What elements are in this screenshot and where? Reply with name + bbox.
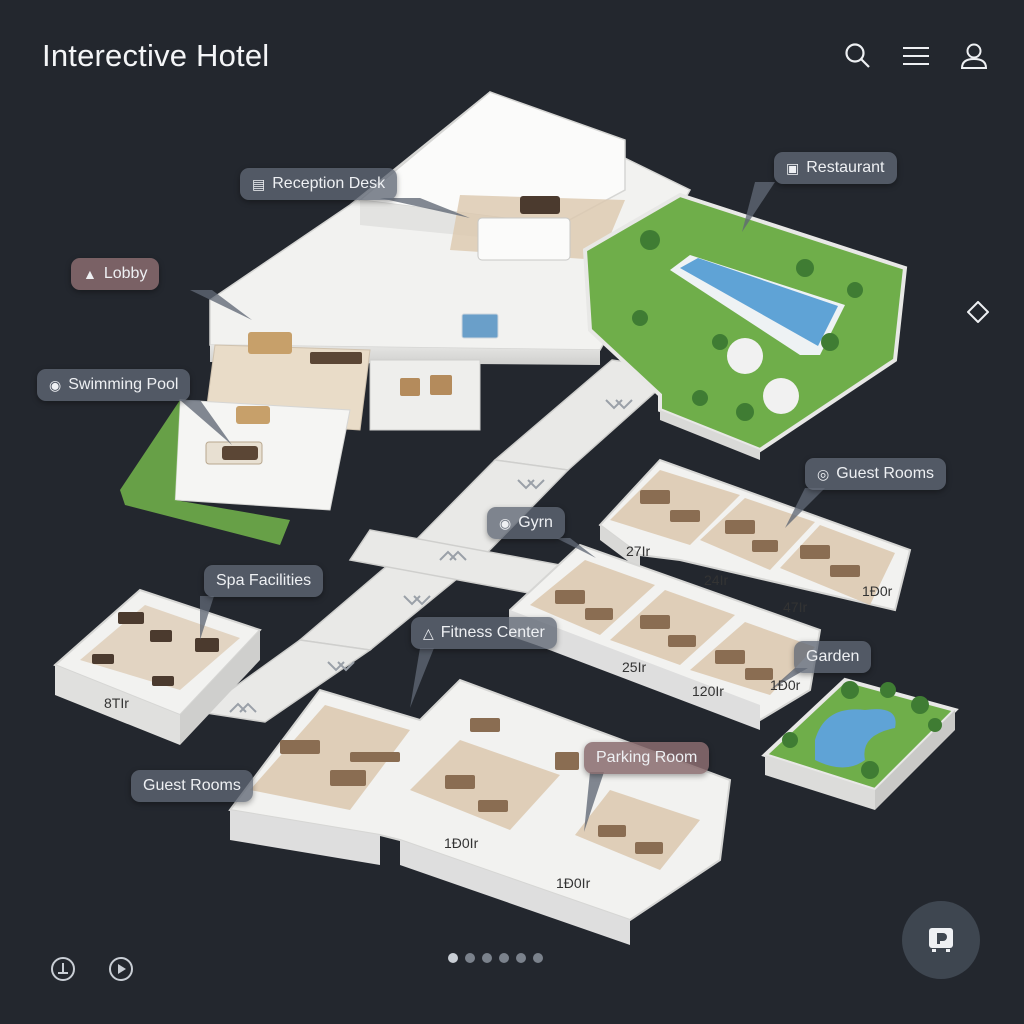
lounge	[369, 359, 481, 431]
label-text: Swimming Pool	[68, 376, 179, 393]
layers-diamond-icon[interactable]	[967, 301, 989, 323]
table	[222, 446, 258, 460]
lobby-sofa	[248, 332, 292, 354]
jacuzzi	[461, 313, 499, 339]
garden-label[interactable]: Garden	[794, 641, 872, 673]
guest-rooms-label-s[interactable]: Guest Rooms	[131, 770, 253, 802]
guest-rooms-label-ne[interactable]: ◎ Guest Rooms	[805, 458, 947, 490]
pagination-dot[interactable]	[448, 953, 458, 963]
reception-desk-label[interactable]: ▤ Reception Desk	[240, 168, 398, 200]
fitness-icon: △	[423, 624, 434, 641]
restaurant-label[interactable]: ▣ Restaurant	[774, 152, 897, 184]
reception-desk	[477, 217, 571, 261]
label-text: Guest Rooms	[836, 465, 935, 482]
room-number: 25Ir	[622, 659, 646, 675]
guest-rooms-block-s[interactable]	[228, 678, 732, 945]
lounge-chair	[400, 378, 420, 396]
pagination-dot[interactable]	[499, 953, 509, 963]
pool-icon: ◉	[49, 376, 62, 393]
lobby-benches	[310, 352, 362, 364]
floor-down-icon[interactable]	[50, 956, 76, 982]
pagination-dot[interactable]	[533, 953, 543, 963]
room-number: 27Ir	[626, 543, 650, 559]
spa-block[interactable]	[53, 588, 262, 745]
lobby-icon: ▲	[83, 266, 97, 282]
parking-fab-button[interactable]	[902, 901, 980, 979]
label-text: Spa Facilities	[216, 572, 312, 589]
label-text: Garden	[806, 648, 860, 665]
label-text: Parking Room	[596, 749, 698, 766]
swimming-pool-label[interactable]: ◉ Swimming Pool	[37, 369, 191, 401]
label-text: Lobby	[103, 265, 148, 282]
lounge-chair	[430, 375, 452, 395]
guest-rooms-icon: ◎	[817, 465, 830, 482]
pagination-dots	[448, 953, 543, 963]
lobby-label[interactable]: ▲ Lobby	[71, 258, 160, 290]
restaurant-icon: ▣	[786, 159, 800, 176]
umbrella	[727, 338, 763, 374]
parking-room-label[interactable]: Parking Room	[584, 742, 710, 774]
room-number: 1Ð0Ir	[444, 835, 479, 851]
spa-label[interactable]: Spa Facilities	[204, 565, 324, 597]
label-text: Gyrn	[518, 514, 553, 531]
label-text: Fitness Center	[440, 624, 545, 641]
reception-sofa	[520, 196, 560, 214]
label-text: Restaurant	[806, 159, 885, 176]
bench	[236, 406, 270, 424]
desk-icon: ▤	[252, 175, 266, 192]
play-icon[interactable]	[108, 956, 134, 982]
label-text: Guest Rooms	[143, 777, 241, 794]
gym-icon: ◉	[499, 514, 512, 531]
pagination-dot[interactable]	[482, 953, 492, 963]
parking-icon	[929, 928, 953, 952]
room-number: 47Ir	[783, 599, 807, 615]
pagination-dot[interactable]	[516, 953, 526, 963]
room-number: 24Ir	[704, 572, 728, 588]
label-text: Reception Desk	[272, 175, 386, 192]
room-number: 1Ð0Ir	[556, 875, 591, 891]
room-number: 1Ð0r	[770, 677, 801, 693]
pagination-dot[interactable]	[465, 953, 475, 963]
gym-label[interactable]: ◉ Gyrn	[487, 507, 565, 539]
umbrella	[763, 378, 799, 414]
room-number: 120Ir	[692, 683, 724, 699]
fitness-center-label[interactable]: △ Fitness Center	[411, 617, 557, 649]
room-number: 1Ð0r	[862, 583, 893, 599]
room-number: 8TIr	[104, 695, 129, 711]
pool-courtyard[interactable]	[582, 192, 908, 460]
